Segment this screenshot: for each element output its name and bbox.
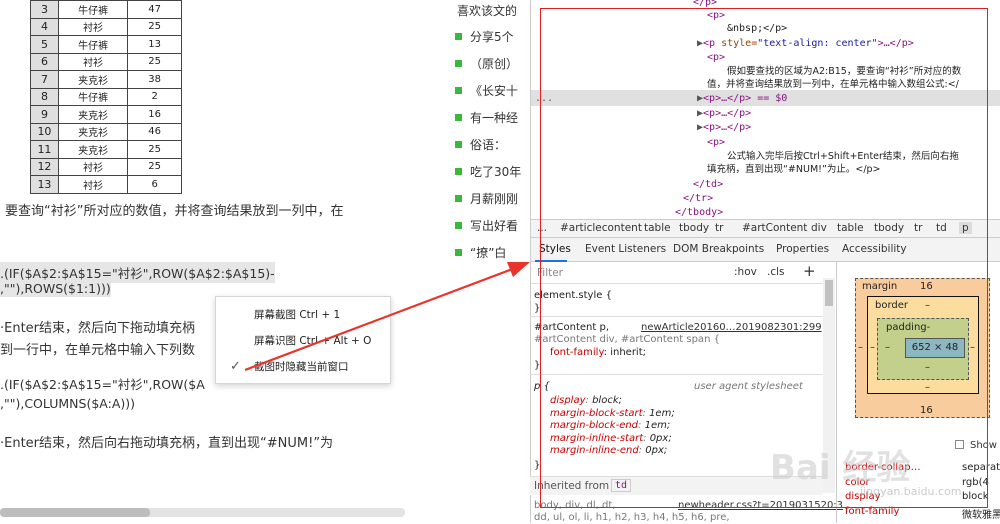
watermark-url: jingyan.baidu.com bbox=[860, 485, 962, 498]
arrow-head bbox=[507, 262, 530, 277]
arrow-shaft bbox=[244, 266, 516, 372]
watermark-logo: Bai 经验 bbox=[770, 448, 911, 488]
